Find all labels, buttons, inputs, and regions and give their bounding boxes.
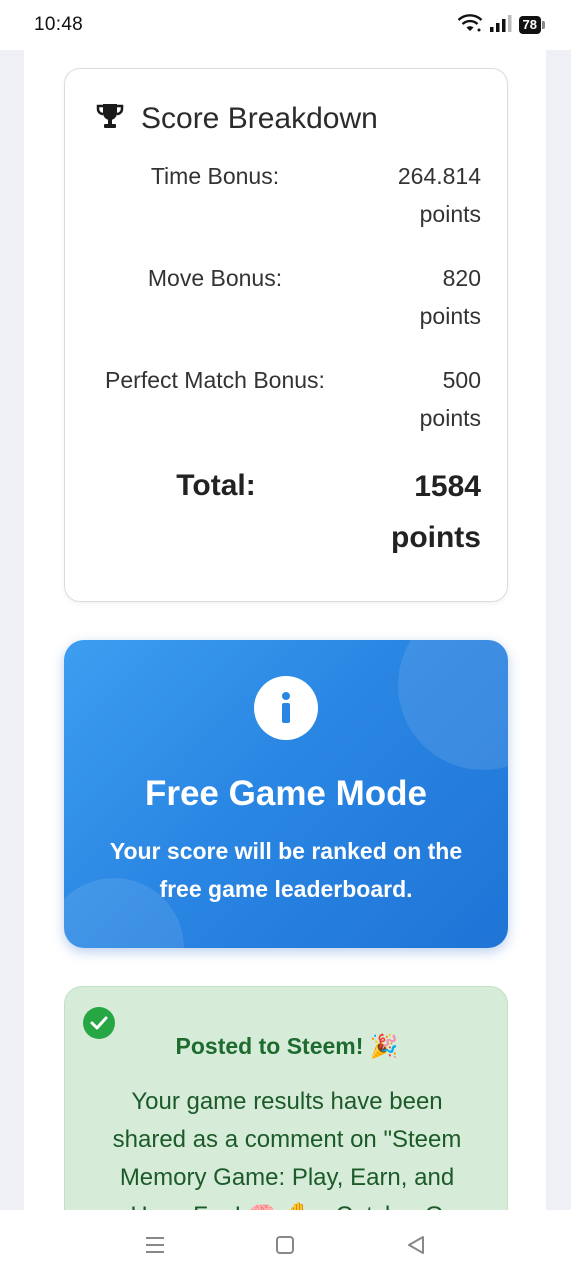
page-container: Score Breakdown Time Bonus: 264.814 poin… [24,50,546,1210]
move-bonus-label: Move Bonus: [147,265,283,291]
app-screen: Score Breakdown Time Bonus: 264.814 poin… [0,50,571,1210]
posted-description: Your game results have been shared as a … [91,1083,483,1210]
score-breakdown-card: Score Breakdown Time Bonus: 264.814 poin… [64,68,508,602]
time-bonus-number: 264.814 [397,163,481,189]
wifi-icon [457,13,483,38]
free-game-mode-card: Free Game Mode Your score will be ranked… [64,640,508,948]
posted-title: Posted to Steem! 🎉 [175,1033,399,1059]
free-game-mode-title: Free Game Mode [144,774,428,813]
perfect-match-value: 500 points [341,361,481,437]
signal-icon [489,13,513,38]
total-unit: points [391,521,481,554]
score-breakdown-title: Score Breakdown [141,101,378,135]
trophy-icon [95,101,125,136]
decorative-circle [398,640,508,770]
home-icon[interactable] [265,1225,305,1265]
perfect-match-unit: points [419,405,481,431]
total-label: Total: [176,469,256,502]
move-bonus-number: 820 [442,265,481,291]
menu-icon[interactable] [135,1225,175,1265]
score-header: Score Breakdown [95,101,378,136]
posted-desc-line: Memory Game: Play, Earn, and [119,1164,455,1191]
posted-desc-line: Have Fun! 🧠 ✋ - Catch a G [91,1197,483,1210]
posted-to-steem-card: Posted to Steem! 🎉 Your game results hav… [64,986,508,1210]
free-game-desc-line: Your score will be ranked on the [109,838,463,864]
time-bonus-unit: points [419,201,481,227]
time-bonus-value: 264.814 points [341,157,481,233]
posted-desc-line: Your game results have been [131,1088,443,1115]
perfect-match-label: Perfect Match Bonus: [105,367,325,393]
battery-level: 78 [518,16,541,34]
move-bonus-unit: points [419,303,481,329]
info-icon [254,676,318,740]
total-number: 1584 [414,470,481,503]
perfect-match-number: 500 [442,367,481,393]
move-bonus-value: 820 points [341,259,481,335]
status-icons: 78 [457,13,545,38]
navigation-bar [0,1210,571,1280]
posted-desc-line: shared as a comment on "Steem [112,1126,462,1153]
free-game-desc-line: free game leaderboard. [159,876,413,902]
status-time: 10:48 [34,14,84,35]
status-bar: 10:48 78 [0,0,571,50]
total-value: 1584 points [321,461,481,563]
time-bonus-label: Time Bonus: [150,163,280,189]
back-icon[interactable] [396,1225,436,1265]
free-game-mode-description: Your score will be ranked on the free ga… [94,832,478,908]
battery-icon: 78 [518,16,545,34]
